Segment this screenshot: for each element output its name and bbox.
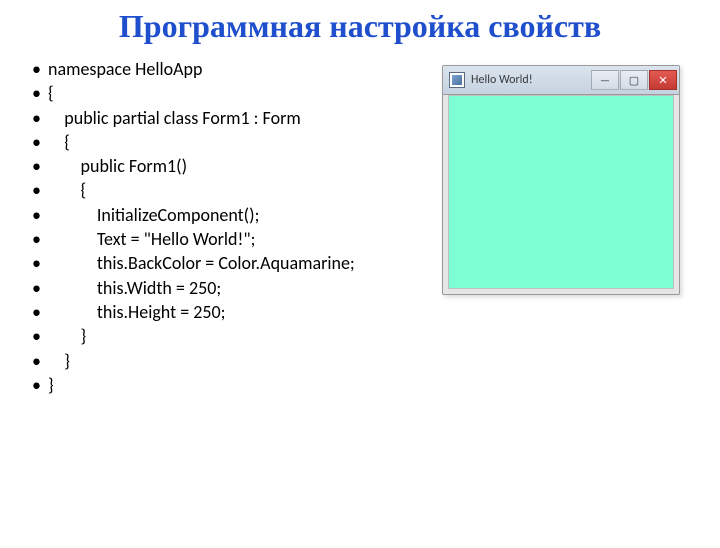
slide-content: namespace HelloApp { public partial clas… <box>0 57 720 397</box>
window-controls: — ▢ ✕ <box>590 70 677 90</box>
slide: Программная настройка свойств namespace … <box>0 8 720 548</box>
code-line: this.BackColor = Color.Aquamarine; <box>32 251 432 275</box>
code-line: } <box>32 373 432 397</box>
code-line: InitializeComponent(); <box>32 203 432 227</box>
code-listing: namespace HelloApp { public partial clas… <box>0 57 432 397</box>
code-line: Text = "Hello World!"; <box>32 227 432 251</box>
sample-window: Hello World! — ▢ ✕ <box>442 65 680 295</box>
window-client-area <box>448 95 674 289</box>
code-line: this.Height = 250; <box>32 300 432 324</box>
maximize-icon: ▢ <box>629 75 639 86</box>
code-line: } <box>32 349 432 373</box>
window-title: Hello World! <box>471 73 590 87</box>
slide-title: Программная настройка свойств <box>0 8 720 45</box>
code-line: { <box>32 130 432 154</box>
minimize-button[interactable]: — <box>591 70 619 90</box>
close-icon: ✕ <box>658 75 667 86</box>
code-line: this.Width = 250; <box>32 276 432 300</box>
close-button[interactable]: ✕ <box>649 70 677 90</box>
code-line: { <box>32 178 432 202</box>
minimize-icon: — <box>600 75 610 86</box>
code-line: namespace HelloApp <box>32 57 432 81</box>
maximize-button[interactable]: ▢ <box>620 70 648 90</box>
window-titlebar: Hello World! — ▢ ✕ <box>443 66 679 95</box>
code-line: public Form1() <box>32 154 432 178</box>
application-icon <box>449 72 465 88</box>
code-line: } <box>32 324 432 348</box>
code-line: { <box>32 81 432 105</box>
code-line: public partial class Form1 : Form <box>32 106 432 130</box>
